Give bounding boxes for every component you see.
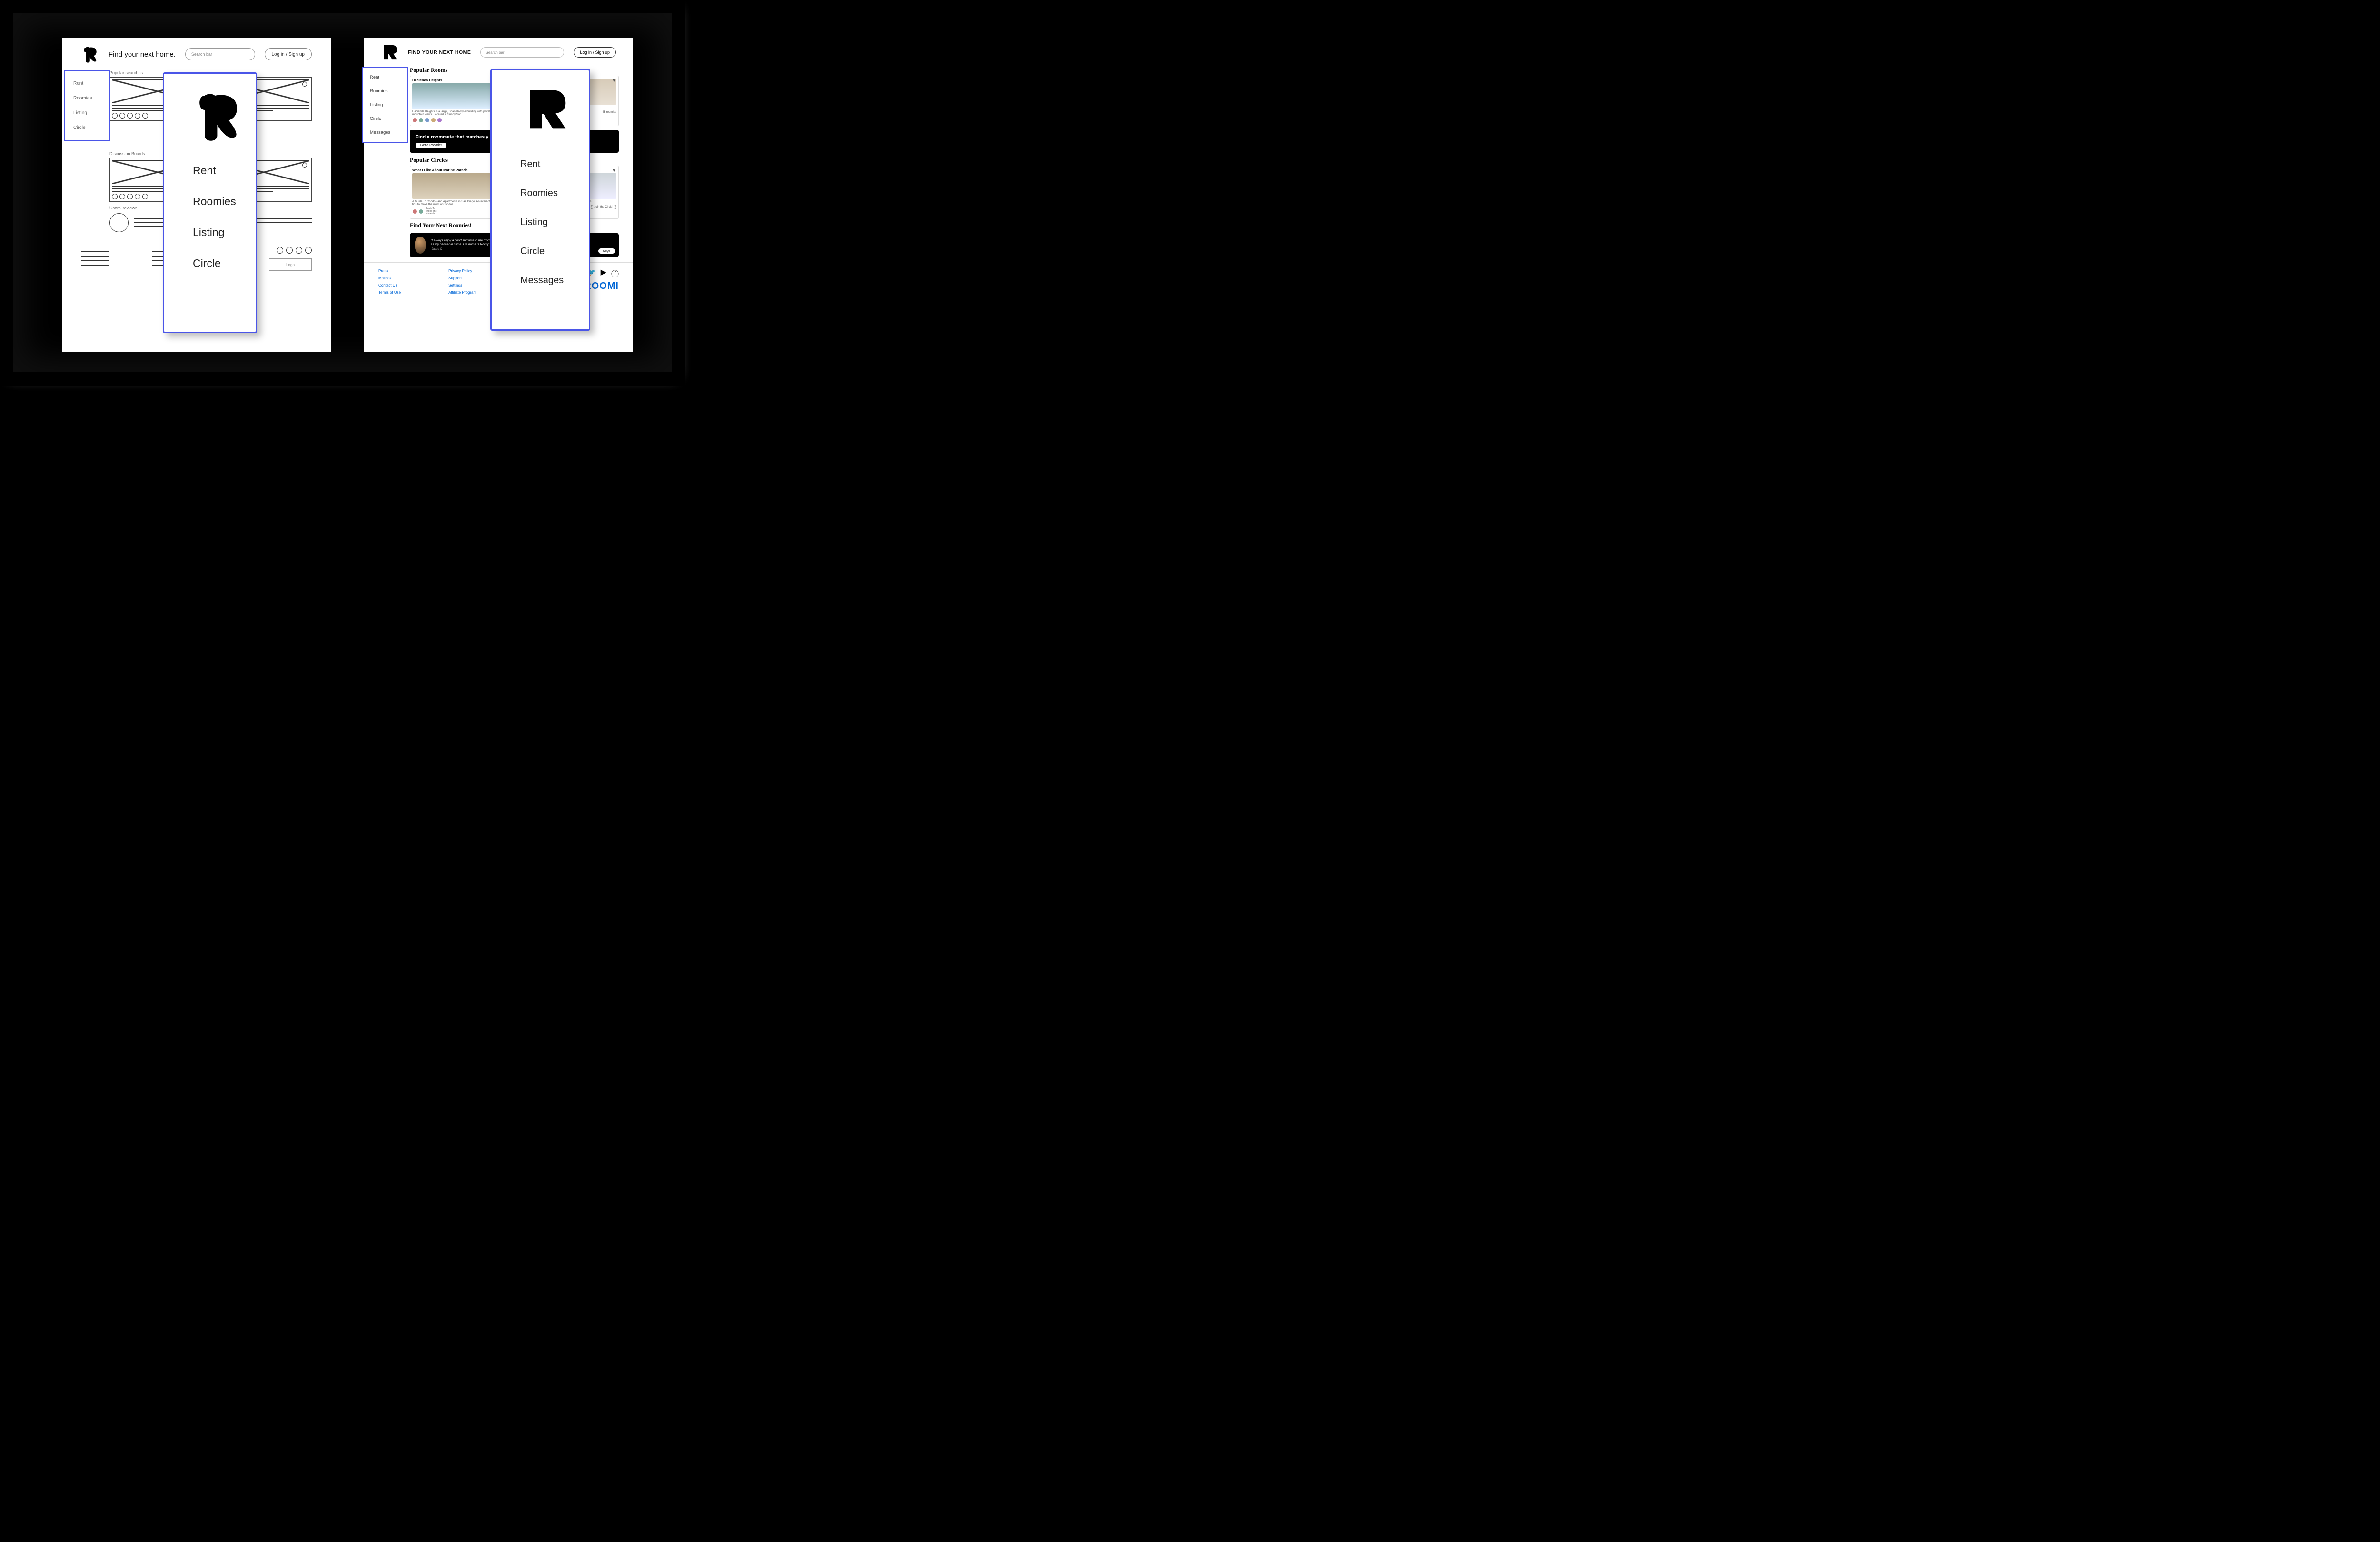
sidebar-item-rent[interactable]: Rent — [73, 76, 109, 91]
nav-item-circle[interactable]: Circle — [193, 257, 221, 270]
sidebar-highlighted: Rent Roomies Listing Circle — [64, 70, 110, 141]
footer-link[interactable]: Affiliate Program — [448, 289, 476, 296]
login-button[interactable]: Log in / Sign up — [574, 47, 616, 58]
footer-link[interactable]: Contact Us — [378, 282, 401, 289]
join-button[interactable]: Join the Circle! — [591, 205, 616, 209]
sidebar-detail-wireframe: Rent Roomies Listing Circle — [163, 72, 257, 333]
footer-link[interactable]: Settings — [448, 282, 476, 289]
message-button[interactable]: sage — [598, 248, 615, 254]
nav-item-rent[interactable]: Rent — [520, 159, 540, 170]
logo-icon — [188, 87, 245, 144]
sidebar-item-rent[interactable]: Rent — [370, 70, 407, 84]
header: FIND YOUR NEXT HOME Search bar Log in / … — [364, 38, 633, 64]
logo-icon — [381, 44, 398, 61]
logo-icon — [80, 45, 99, 64]
footer-link[interactable]: Privacy Policy — [448, 267, 476, 275]
sidebar-highlighted: Rent Roomies Listing Circle Messages — [362, 67, 408, 143]
social-icons — [269, 247, 312, 254]
footer-link[interactable]: Press — [378, 267, 401, 275]
login-button[interactable]: Log in / Sign up — [265, 48, 312, 60]
nav-item-rent[interactable]: Rent — [193, 164, 216, 177]
avatar-placeholder — [109, 213, 129, 232]
youtube-icon[interactable]: ▶ — [601, 267, 606, 279]
footer-link[interactable]: Support — [448, 275, 476, 282]
nav-item-roomies[interactable]: Roomies — [193, 195, 236, 208]
sidebar-item-roomies[interactable]: Roomies — [370, 84, 407, 98]
sidebar-item-messages[interactable]: Messages — [370, 126, 407, 139]
nav-item-circle[interactable]: Circle — [520, 246, 545, 257]
sidebar-item-circle[interactable]: Circle — [73, 120, 109, 135]
heart-icon[interactable]: ♥ — [613, 78, 615, 83]
nav-item-messages[interactable]: Messages — [520, 275, 564, 286]
header: Find your next home. Search bar Log in /… — [62, 38, 331, 67]
sidebar-item-listing[interactable]: Listing — [370, 98, 407, 112]
nav-item-roomies[interactable]: Roomies — [520, 188, 558, 199]
sidebar-detail-hifi: Rent Roomies Listing Circle Messages — [490, 69, 590, 331]
avatar — [415, 237, 426, 254]
facebook-icon[interactable]: ⓕ — [611, 267, 619, 279]
nav-item-listing[interactable]: Listing — [193, 226, 224, 239]
tagline: FIND YOUR NEXT HOME — [408, 49, 471, 55]
sidebar-item-listing[interactable]: Listing — [73, 106, 109, 120]
nav-item-listing[interactable]: Listing — [520, 217, 548, 228]
tagline: Find your next home. — [109, 50, 176, 59]
get-roomie-button[interactable]: Get a Roomie! — [416, 143, 446, 148]
search-input[interactable]: Search bar — [185, 48, 255, 60]
heart-icon[interactable]: ♥ — [613, 168, 615, 173]
sidebar-item-roomies[interactable]: Roomies — [73, 91, 109, 106]
footer-link[interactable]: Mailbox — [378, 275, 401, 282]
footer-link[interactable]: Terms of Use — [378, 289, 401, 296]
logo-icon — [524, 87, 569, 132]
footer-logo-placeholder: Logo — [269, 258, 312, 271]
search-input[interactable]: Search bar — [480, 47, 564, 58]
sidebar-item-circle[interactable]: Circle — [370, 112, 407, 126]
